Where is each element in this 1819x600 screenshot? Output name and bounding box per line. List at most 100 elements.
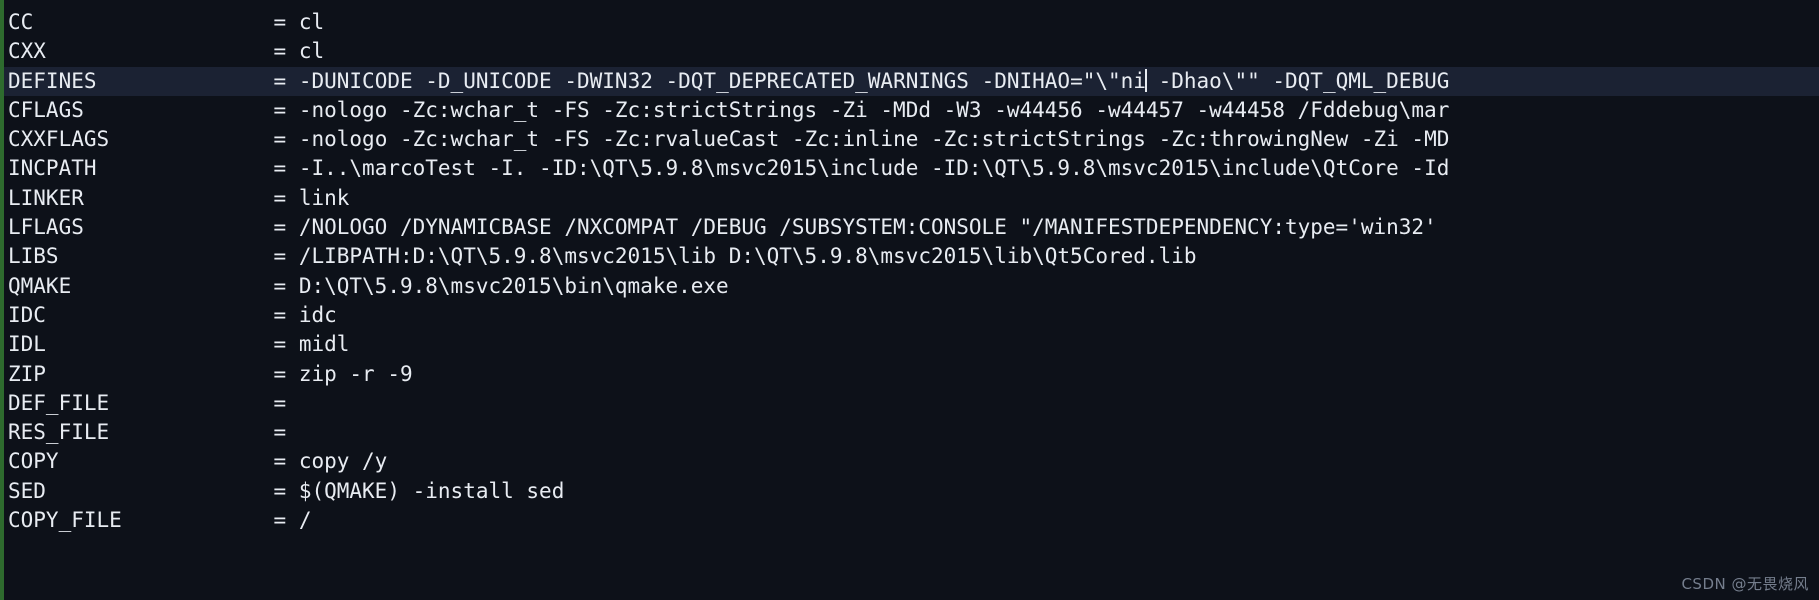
makefile-line[interactable]: CC = cl [4,8,1819,37]
makefile-line[interactable]: CXXFLAGS = -nologo -Zc:wchar_t -FS -Zc:r… [4,125,1819,154]
column-padding [59,449,274,473]
makefile-line[interactable]: LFLAGS = /NOLOGO /DYNAMICBASE /NXCOMPAT … [4,213,1819,242]
makefile-line[interactable]: CFLAGS = -nologo -Zc:wchar_t -FS -Zc:str… [4,96,1819,125]
variable-value-before-cursor: -DUNICODE -D_UNICODE -DWIN32 -DQT_DEPREC… [298,68,1146,93]
variable-value: -nologo -Zc:wchar_t -FS -Zc:strictString… [298,97,1450,122]
equals-sign: = [273,332,287,357]
equals-sign: = [273,156,287,181]
equals-sign: = [273,478,287,503]
variable-name: ZIP [8,361,46,386]
equals-sign: = [273,390,287,415]
makefile-line[interactable]: LIBS = /LIBPATH:D:\QT\5.9.8\msvc2015\lib… [4,242,1819,271]
makefile-line[interactable]: COPY_FILE = / [4,506,1819,535]
column-padding [46,39,274,63]
variable-name: CXXFLAGS [8,127,110,152]
equals-sign: = [273,39,287,64]
equals-sign: = [273,273,287,298]
equals-sign: = [273,97,287,122]
variable-name: COPY [8,449,59,474]
makefile-line[interactable]: INCPATH = -I..\marcoTest -I. -ID:\QT\5.9… [4,154,1819,183]
variable-value: D:\QT\5.9.8\msvc2015\bin\qmake.exe [298,273,729,298]
column-padding [84,98,274,122]
variable-name: IDL [8,332,46,357]
makefile-line[interactable]: IDC = idc [4,301,1819,330]
variable-value: zip -r -9 [298,361,413,386]
variable-name: LIBS [8,244,59,269]
makefile-line[interactable]: CXX = cl [4,37,1819,66]
makefile-line[interactable]: ZIP = zip -r -9 [4,360,1819,389]
column-padding [97,156,274,180]
column-padding [46,303,274,327]
equals-sign: = [273,10,287,34]
column-padding [84,215,274,239]
makefile-line[interactable]: QMAKE = D:\QT\5.9.8\msvc2015\bin\qmake.e… [4,272,1819,301]
makefile-line[interactable]: DEFINES = -DUNICODE -D_UNICODE -DWIN32 -… [4,66,1819,96]
column-padding [71,274,273,298]
variable-value: $(QMAKE) -install sed [298,478,565,503]
variable-name: LFLAGS [8,215,84,240]
equals-sign: = [273,185,287,210]
variable-value: /NOLOGO /DYNAMICBASE /NXCOMPAT /DEBUG /S… [298,215,1437,240]
equals-sign: = [273,361,287,386]
makefile-line[interactable]: IDL = midl [4,330,1819,359]
makefile-line[interactable]: LINKER = link [4,184,1819,213]
variable-value: midl [298,332,350,357]
variable-value: /LIBPATH:D:\QT\5.9.8\msvc2015\lib D:\QT\… [298,244,1197,269]
variable-value: cl [298,39,325,64]
variable-name: IDC [8,302,46,327]
equals-sign: = [273,449,287,474]
equals-sign: = [273,508,287,533]
equals-sign: = [273,68,287,93]
column-padding [97,69,274,93]
variable-name: RES_FILE [8,420,110,445]
makefile-line[interactable]: SED = $(QMAKE) -install sed [4,477,1819,506]
variable-name: QMAKE [8,273,72,298]
variable-name: DEFINES [8,68,97,93]
makefile-line[interactable]: RES_FILE = [4,418,1819,447]
variable-value: link [298,185,350,210]
makefile-line[interactable]: DEF_FILE = [4,389,1819,418]
column-padding [109,127,273,151]
column-padding [84,186,274,210]
column-padding [46,362,274,386]
variable-name: INCPATH [8,156,97,181]
column-padding [46,479,274,503]
column-padding [59,244,274,268]
makefile-variable-list[interactable]: CC = cl CXX = cl DEFINES = -DUNICODE -D_UN… [4,0,1819,600]
column-padding [109,391,273,415]
column-padding [33,10,273,34]
column-padding [46,332,274,356]
variable-name: COPY_FILE [8,508,122,533]
terminal-window[interactable]: CC = cl CXX = cl DEFINES = -DUNICODE -D_UN… [0,0,1819,600]
variable-value: -nologo -Zc:wchar_t -FS -Zc:rvalueCast -… [298,127,1450,152]
makefile-line[interactable]: COPY = copy /y [4,447,1819,476]
column-padding [109,420,273,444]
variable-name: LINKER [8,185,84,210]
variable-value: / [298,508,312,533]
variable-value: copy /y [298,449,388,474]
equals-sign: = [273,244,287,269]
variable-name: CC [8,10,34,34]
variable-value: idc [298,302,337,327]
variable-name: SED [8,478,46,503]
variable-name: CXX [8,39,46,64]
variable-value: cl [298,10,325,34]
variable-value-after-cursor: -Dhao\"" -DQT_QML_DEBUG [1145,68,1450,93]
equals-sign: = [273,420,287,445]
